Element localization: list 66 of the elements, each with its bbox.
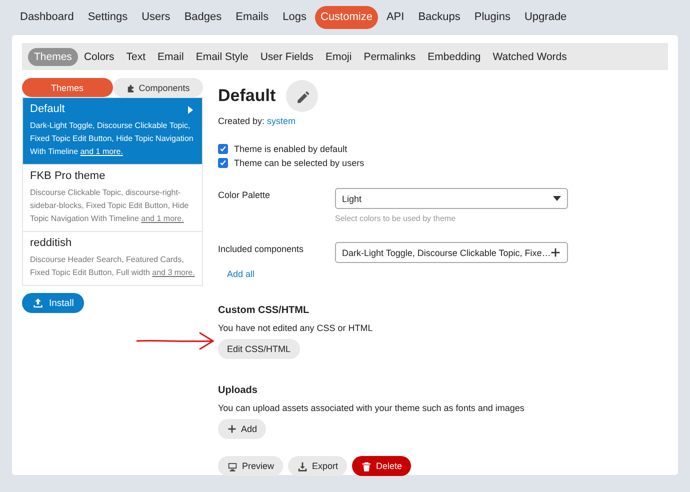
nav-tab[interactable]: Upgrade [518,6,573,29]
section-text: You have not edited any CSS or HTML [218,323,374,333]
edit-name-button[interactable] [286,80,318,112]
theme-list-item[interactable]: Default Dark-Light Toggle, Discourse Clickable Topic, Fixed Topic Edit Button, Hide Topic Navigation With Timeline and 1 more. [23,97,202,164]
sub-nav-tab[interactable]: Text [120,48,152,66]
nav-tab[interactable]: Logs [276,6,312,29]
sub-nav-tab[interactable]: Email Style [190,48,254,66]
section-text: You can upload assets associated with your theme such as fonts and images [218,403,526,413]
add-all-link[interactable]: Add all [227,269,255,279]
download-icon [297,460,308,472]
list-toggle-tab[interactable]: Themes [22,78,112,97]
sub-nav-tab[interactable]: Permalinks [358,48,422,66]
nav-tab[interactable]: Plugins [468,6,516,29]
more-link[interactable]: and 3 more. [152,268,195,277]
field-label: Color Palette [218,189,272,202]
section-heading: Uploads [218,385,258,396]
sub-nav-tab[interactable]: Colors [78,48,120,66]
preview-button[interactable]: Preview [218,456,284,476]
checkbox[interactable] [218,158,228,168]
checkbox[interactable] [218,144,228,154]
checkbox-label: Theme is enabled by default [234,144,348,154]
section-heading: Custom CSS/HTML [218,305,310,316]
theme-components-text: Discourse Header Search, Featured Cards, Fixed Topic Edit Button, Full width and 3 more. [30,254,195,279]
sub-nav-tab[interactable]: User Fields [254,48,320,66]
sub-nav-tab[interactable]: Email [152,48,190,66]
checkbox-label: Theme can be selected by users [234,158,364,168]
field-hint: Select colors to be used by theme [335,214,457,223]
theme-name: redditish [30,237,72,249]
sub-nav-tab[interactable]: Embedding [422,48,487,66]
trash-icon [361,460,372,472]
sub-nav-tab[interactable]: Watched Words [486,48,573,66]
nav-tab[interactable]: Customize [314,6,378,29]
caret-icon [188,106,194,114]
delete-button[interactable]: Delete [352,456,412,476]
more-link[interactable]: and 1 more. [141,214,184,223]
nav-tab[interactable]: Emails [230,6,275,29]
pencil-icon [294,89,309,103]
theme-name: FKB Pro theme [30,170,106,182]
palette-select[interactable]: Light [335,188,568,209]
nav-tab[interactable]: Dashboard [14,6,80,29]
components-field[interactable]: Dark-Light Toggle, Discourse Clickable Topic, Fixe… [335,242,568,263]
more-link[interactable]: and 1 more. [80,147,123,156]
sub-nav-tab[interactable]: Emoji [319,48,358,66]
plus-icon [227,424,237,434]
created-by-label: Created by: [218,116,266,126]
nav-tab[interactable]: Settings [82,6,134,29]
caret-icon [553,196,561,201]
author-link[interactable]: system [267,116,296,126]
edit-css-button[interactable]: Edit CSS/HTML [218,339,300,359]
nav-tab[interactable]: Backups [412,6,466,29]
theme-name: Default [30,103,65,115]
theme-title: Default [218,86,276,106]
monitor-icon [227,460,238,472]
export-button[interactable]: Export [288,456,348,476]
add-button[interactable]: Add [218,419,266,439]
puzzle-icon [126,82,136,92]
list-toggle-tab[interactable]: Components [112,78,203,97]
nav-tab[interactable]: Badges [178,6,228,29]
plus-icon [550,247,561,258]
theme-components-text: Dark-Light Toggle, Discourse Clickable Topic, Fixed Topic Edit Button, Hide Topic Navigation With Timeline and 1 more. [30,120,194,158]
nav-tab[interactable]: API [380,6,410,29]
upload-icon [32,297,44,309]
install-button[interactable]: Install [22,293,84,313]
nav-tab[interactable]: Users [136,6,176,29]
field-label: Included components [218,243,305,256]
theme-components-text: Discourse Clickable Topic, discourse-right-sidebar-blocks, Fixed Topic Edit Button, Hide Topic Navigation With Timeline and 1 more. [30,187,190,225]
